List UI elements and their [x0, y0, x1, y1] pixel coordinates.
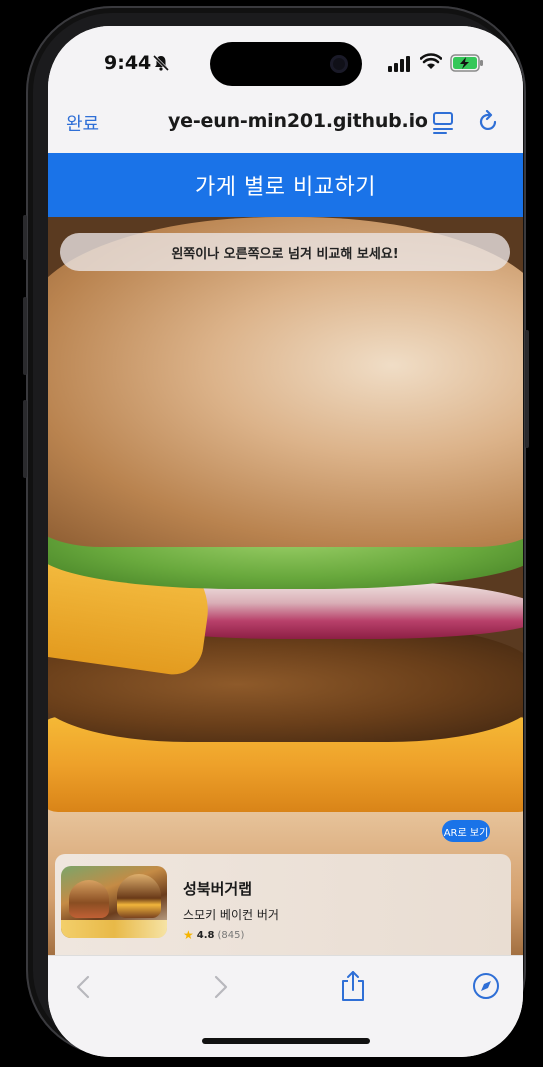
wifi-icon — [420, 53, 442, 69]
bell-slash-icon — [152, 54, 170, 72]
status-bar: 9:44 — [48, 26, 523, 102]
volume-up-button — [23, 297, 27, 375]
home-indicator[interactable] — [202, 1038, 370, 1044]
compass-icon[interactable] — [472, 972, 500, 1000]
rating: ★ 4.8 (845) — [183, 928, 244, 942]
action-button — [23, 215, 27, 260]
star-icon: ★ — [183, 928, 194, 942]
battery-charging-icon — [450, 54, 483, 72]
volume-down-button — [23, 400, 27, 478]
share-icon[interactable] — [340, 970, 366, 1002]
done-button[interactable]: 완료 — [66, 110, 99, 136]
page-title: 가게 별로 비교하기 — [195, 175, 376, 200]
rating-value: 4.8 — [196, 929, 215, 941]
page-header: 가게 별로 비교하기 — [48, 153, 523, 217]
burger-photo[interactable] — [48, 217, 523, 957]
forward-icon[interactable] — [210, 974, 230, 1000]
dynamic-island — [210, 42, 362, 86]
reader-icon[interactable] — [432, 111, 454, 135]
review-count: (845) — [217, 929, 245, 941]
store-name: 성북버거랩 — [183, 880, 253, 898]
reload-icon[interactable] — [478, 110, 500, 134]
back-icon[interactable] — [74, 974, 94, 1000]
ar-view-button[interactable]: AR로 보기 — [442, 820, 490, 842]
signal-icon — [388, 56, 410, 72]
status-time: 9:44 — [104, 52, 152, 74]
phone-screen: 9:44 완료 ye-eun-min201.github.io 가게 별로 비교… — [48, 26, 523, 1057]
page-url[interactable]: ye-eun-min201.github.io — [168, 110, 428, 132]
menu-name: 스모키 베이컨 버거 — [183, 908, 279, 922]
power-button — [525, 330, 529, 448]
store-card[interactable]: 성북버거랩 스모키 베이컨 버거 ★ 4.8 (845) — [55, 854, 511, 964]
front-camera — [330, 55, 348, 73]
store-thumbnail — [61, 866, 167, 938]
swipe-hint: 왼쪽이나 오른쪽으로 넘겨 비교해 보세요! — [60, 233, 510, 271]
